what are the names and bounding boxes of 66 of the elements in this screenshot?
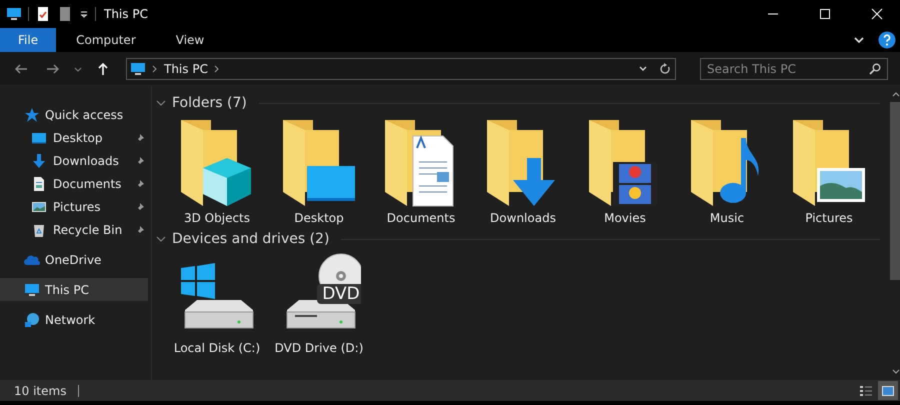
star-icon	[24, 106, 40, 122]
sidebar-label: Network	[45, 312, 96, 326]
dropdown-icon[interactable]	[639, 64, 647, 72]
address-bar[interactable]: This PC	[126, 58, 676, 80]
sidebar-item[interactable]: Network	[0, 308, 148, 331]
sidebar-label: Desktop	[53, 130, 104, 144]
item-label[interactable]: Documents	[386, 211, 456, 225]
document-icon	[31, 176, 47, 192]
properties-icon[interactable]	[35, 6, 51, 22]
collapse-icon[interactable]	[156, 234, 166, 244]
group-header[interactable]: Devices and drives (2)	[172, 231, 330, 247]
item-label[interactable]: Local Disk (C:)	[174, 341, 260, 355]
sidebar-item[interactable]: OneDrive	[0, 248, 148, 271]
sidebar-item[interactable]: Quick access	[0, 103, 148, 126]
help-icon[interactable]	[878, 31, 896, 49]
computer-icon	[130, 60, 146, 76]
ribbon-tab[interactable]: View	[156, 28, 224, 52]
sidebar-label: Downloads	[53, 154, 120, 168]
sidebar-label: OneDrive	[45, 252, 102, 266]
sidebar-label: Recycle Bin	[53, 222, 124, 236]
disc-label: DVD	[321, 284, 361, 304]
back-icon[interactable]	[14, 62, 28, 76]
search-field[interactable]: Search This PC	[700, 58, 888, 80]
window-title: This PC	[104, 7, 148, 21]
sidebar-item[interactable]: Desktop	[0, 126, 148, 149]
customize-icon[interactable]	[79, 9, 89, 19]
sidebar-label: This PC	[45, 282, 90, 296]
up-icon[interactable]	[96, 62, 110, 76]
sidebar-label: Pictures	[53, 200, 102, 214]
group-header[interactable]: Folders (7)	[172, 95, 247, 111]
forward-icon[interactable]	[46, 62, 60, 76]
scrollbar-thumb[interactable]	[890, 102, 900, 280]
chevron-icon[interactable]	[214, 64, 220, 72]
maximize-icon[interactable]	[819, 8, 831, 20]
item-label[interactable]: Pictures	[805, 211, 853, 225]
ribbon-tab[interactable]: File	[0, 28, 56, 52]
item-label[interactable]: Downloads	[490, 211, 556, 225]
down-arrow-icon	[31, 152, 47, 168]
item-label[interactable]: 3D Objects	[184, 211, 250, 225]
breadcrumb-item[interactable]: This PC	[164, 62, 208, 76]
sidebar-item[interactable]: Pictures	[0, 195, 148, 218]
item-label[interactable]: Desktop	[294, 211, 344, 225]
item-count: 10 items	[14, 384, 66, 398]
collapse-icon[interactable]	[156, 98, 166, 108]
refresh-icon[interactable]	[659, 62, 671, 74]
expand-ribbon-icon[interactable]	[854, 35, 864, 45]
computer-icon	[6, 6, 22, 22]
recent-locations-icon[interactable]	[74, 64, 82, 72]
close-icon[interactable]	[871, 8, 883, 20]
sidebar-label: Documents	[53, 176, 122, 190]
sidebar-item[interactable]: Documents	[0, 172, 148, 195]
item-label[interactable]: DVD Drive (D:)	[274, 341, 364, 355]
tiles-view-icon[interactable]	[878, 381, 898, 400]
scroll-up-icon[interactable]	[891, 90, 900, 98]
sidebar-item[interactable]: Recycle Bin	[0, 218, 148, 241]
network-icon	[24, 312, 40, 328]
sidebar-item[interactable]: Downloads	[0, 149, 148, 172]
scroll-down-icon[interactable]	[891, 368, 900, 376]
item-label[interactable]: Movies	[604, 211, 646, 225]
search-icon	[869, 62, 881, 74]
chevron-icon	[152, 64, 158, 72]
item-label[interactable]: Music	[710, 211, 744, 225]
ribbon-tab[interactable]: Computer	[56, 28, 156, 52]
sidebar-label: Quick access	[45, 108, 124, 122]
sidebar-item[interactable]: This PC	[0, 278, 148, 301]
computer-icon	[24, 282, 40, 298]
